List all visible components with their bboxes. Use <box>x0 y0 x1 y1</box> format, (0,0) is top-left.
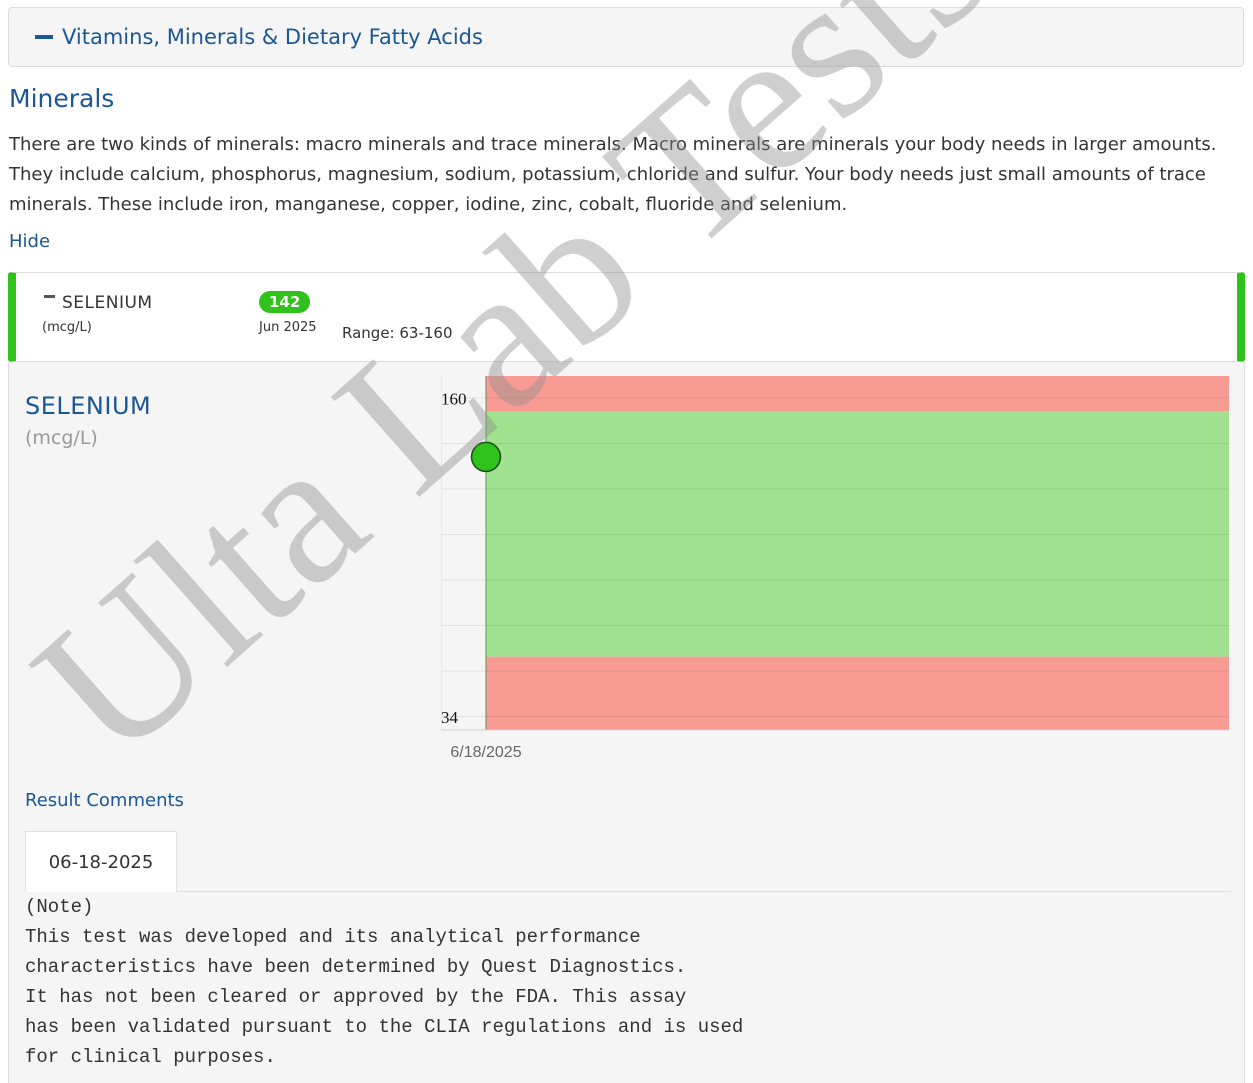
chart-svg: 160 34 6/18/2025 <box>441 376 1229 761</box>
detail-title: SELENIUM <box>25 392 152 420</box>
result-value-badge: 142 <box>259 291 311 313</box>
result-date: Jun 2025 <box>259 320 317 335</box>
test-name: SELENIUM <box>62 293 153 313</box>
result-history-chart: 160 34 6/18/2025 <box>441 376 1233 761</box>
comment-line: It has not been cleared or approved by t… <box>25 986 687 1008</box>
y-tick-label: 160 <box>441 389 467 408</box>
comment-tab-date[interactable]: 06-18-2025 <box>25 831 177 892</box>
comment-line: characteristics have been determined by … <box>25 956 687 978</box>
collapse-minus-icon[interactable] <box>44 295 55 298</box>
data-point <box>470 441 502 473</box>
y-tick-label: 34 <box>441 708 459 727</box>
hide-link[interactable]: Hide <box>9 231 50 252</box>
accordion-title: Vitamins, Minerals & Dietary Fatty Acids <box>62 25 483 49</box>
collapse-icon <box>35 35 53 39</box>
detail-panel: SELENIUM (mcg/L) 160 34 6/18/2025 Result C… <box>8 362 1245 1083</box>
test-unit: (mcg/L) <box>42 320 92 335</box>
comment-line: for clinical purposes. <box>25 1046 276 1068</box>
range-band-0 <box>486 376 1229 412</box>
accordion-header[interactable]: Vitamins, Minerals & Dietary Fatty Acids <box>8 7 1244 67</box>
x-tick-label: 6/18/2025 <box>450 744 521 761</box>
section-title: Minerals <box>9 84 115 113</box>
comment-line: (Note) <box>25 896 94 918</box>
reference-range: Range: 63-160 <box>342 324 453 342</box>
result-comments-title: Result Comments <box>25 790 184 811</box>
detail-unit: (mcg/L) <box>25 427 98 449</box>
comment-line: has been validated pursuant to the CLIA … <box>25 1016 744 1038</box>
comment-line: This test was developed and its analytic… <box>25 926 641 948</box>
section-description: There are two kinds of minerals: macro m… <box>9 134 1217 215</box>
result-row-selenium[interactable]: SELENIUM (mcg/L) 142 Jun 2025 Range: 63-… <box>8 272 1245 362</box>
range-band-2 <box>486 656 1229 730</box>
comment-text: (Note) This test was developed and its a… <box>25 892 743 1072</box>
